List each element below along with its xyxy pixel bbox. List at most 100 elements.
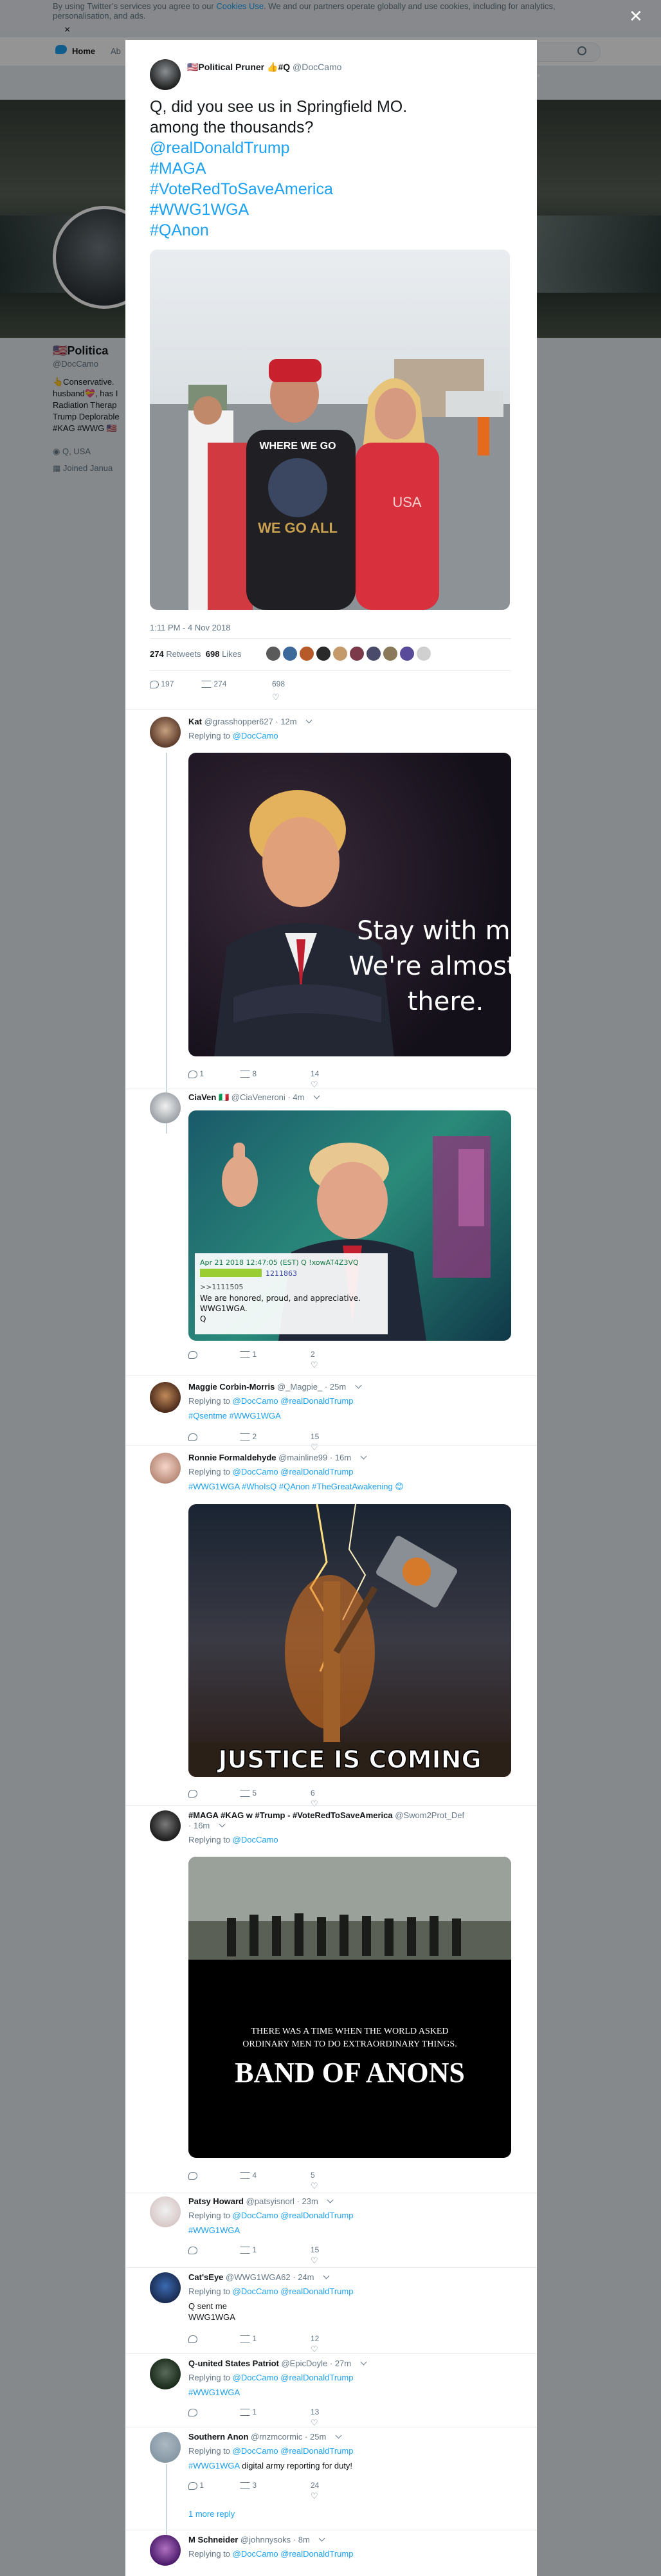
retweet-button[interactable]: 274 bbox=[201, 679, 226, 688]
mention-link[interactable]: @realDonaldTrump bbox=[280, 1467, 353, 1477]
reply-author-name[interactable]: Ronnie Formaldehyde bbox=[188, 1453, 276, 1462]
likes-label[interactable]: Likes bbox=[222, 649, 241, 659]
heart-icon[interactable]: ♡ bbox=[311, 2491, 318, 2500]
retweet-button[interactable]: 1 bbox=[240, 1350, 257, 1359]
reply-author-name[interactable]: M Schneider bbox=[188, 2535, 238, 2544]
reply-avatar[interactable] bbox=[150, 2432, 181, 2463]
reply-button[interactable]: 197 bbox=[150, 679, 174, 688]
like-button[interactable]: 15 bbox=[311, 1432, 319, 1441]
reply-author-handle[interactable]: @EpicDoyle bbox=[281, 2359, 327, 2368]
reply-author-handle[interactable]: @patsyisnorl bbox=[246, 2196, 294, 2206]
author-handle[interactable]: @DocCamo bbox=[293, 62, 341, 72]
retweet-button[interactable]: 4 bbox=[240, 2171, 257, 2180]
mention-link[interactable]: @DocCamo bbox=[233, 2286, 278, 2296]
liker-avatar[interactable] bbox=[282, 646, 298, 661]
mention-link[interactable]: @DocCamo bbox=[233, 1396, 278, 1406]
reply-item[interactable]: Q-united States Patriot @EpicDoyle · 27m… bbox=[125, 2359, 537, 2429]
like-heart-icon[interactable]: ♡ bbox=[272, 692, 280, 701]
liker-avatar[interactable] bbox=[299, 646, 314, 661]
reply-author-name[interactable]: Q-united States Patriot bbox=[188, 2359, 279, 2368]
reply-button[interactable] bbox=[188, 2407, 197, 2416]
like-button[interactable]: 15 bbox=[311, 2245, 319, 2254]
reply-author-name[interactable]: Maggie Corbin-Morris bbox=[188, 1382, 275, 1392]
like-button[interactable]: 24 bbox=[311, 2481, 319, 2490]
retweets-label[interactable]: Retweets bbox=[166, 649, 201, 659]
reply-author-name[interactable]: Patsy Howard bbox=[188, 2196, 244, 2206]
reply-avatar[interactable] bbox=[150, 2272, 181, 2303]
liker-avatar[interactable] bbox=[316, 646, 331, 661]
chevron-down-icon[interactable] bbox=[323, 2272, 330, 2279]
reply-hashtags[interactable]: #Qsentme #WWG1WGA bbox=[188, 1411, 281, 1421]
reply-time[interactable]: 23m bbox=[302, 2196, 318, 2206]
like-button[interactable]: 12 bbox=[311, 2334, 319, 2343]
reply-time[interactable]: 27m bbox=[335, 2359, 351, 2368]
reply-author-handle[interactable]: @mainline99 bbox=[278, 1453, 327, 1462]
reply-item[interactable]: Kat @grasshopper627 · 12m Replying to @D… bbox=[125, 717, 537, 1116]
close-modal-button[interactable]: ✕ bbox=[629, 8, 643, 24]
reply-time[interactable]: 12m bbox=[280, 717, 296, 726]
mention-link[interactable]: @DocCamo bbox=[233, 2211, 278, 2220]
mention-link[interactable]: @DocCamo bbox=[233, 1467, 278, 1477]
reply-hashtags[interactable]: #WWG1WGA #WhoIsQ #QAnon #TheGreatAwakeni… bbox=[188, 1482, 404, 1491]
retweet-button[interactable]: 5 bbox=[240, 1789, 257, 1798]
retweet-button[interactable]: 8 bbox=[240, 1069, 257, 1078]
show-more-replies-link[interactable]: 1 more reply bbox=[188, 2509, 235, 2519]
reply-button[interactable]: 1 bbox=[188, 2481, 204, 2490]
reply-author-name[interactable]: Southern Anon bbox=[188, 2432, 248, 2442]
chevron-down-icon[interactable] bbox=[327, 2196, 334, 2203]
chevron-down-icon[interactable] bbox=[335, 2432, 342, 2439]
tweet-hashtag-maga[interactable]: #MAGA bbox=[150, 158, 510, 179]
retweet-button[interactable]: 1 bbox=[240, 2245, 257, 2254]
reply-time[interactable]: 8m bbox=[298, 2535, 310, 2544]
reply-button[interactable] bbox=[188, 1789, 197, 1798]
reply-button[interactable] bbox=[188, 2245, 197, 2254]
like-button[interactable]: 13 bbox=[311, 2407, 319, 2416]
reply-avatar[interactable] bbox=[150, 2535, 181, 2566]
tweet-hashtag-qanon[interactable]: #QAnon bbox=[150, 220, 510, 241]
reply-author-handle[interactable]: @Swom2Prot_Def bbox=[395, 1810, 464, 1820]
mention-link[interactable]: @realDonaldTrump bbox=[280, 2446, 353, 2456]
retweet-button[interactable]: 2 bbox=[240, 1432, 257, 1441]
like-button[interactable]: 14 bbox=[311, 1069, 319, 1078]
mention-link[interactable]: @DocCamo bbox=[233, 2446, 278, 2456]
tweet-timestamp[interactable]: 1:11 PM - 4 Nov 2018 bbox=[150, 623, 231, 632]
reply-button[interactable] bbox=[188, 1432, 197, 1441]
reply-avatar[interactable] bbox=[150, 1092, 181, 1123]
likes-count[interactable]: 698 bbox=[206, 649, 220, 659]
author-avatar[interactable] bbox=[150, 59, 181, 90]
chevron-down-icon[interactable] bbox=[313, 1092, 320, 1099]
retweet-button[interactable]: 1 bbox=[240, 2407, 257, 2416]
liker-avatar[interactable] bbox=[416, 646, 431, 661]
liker-avatar[interactable] bbox=[399, 646, 415, 661]
reply-avatar[interactable] bbox=[150, 717, 181, 748]
liker-avatar[interactable] bbox=[366, 646, 381, 661]
tweet-hashtag-wwg1wga[interactable]: #WWG1WGA bbox=[150, 199, 510, 220]
reply-item[interactable]: Ronnie Formaldehyde @mainline99 · 16m Re… bbox=[125, 1453, 537, 1839]
reply-author-handle[interactable]: @_Magpie_ bbox=[277, 1382, 322, 1392]
reply-item[interactable]: Southern Anon @rnzmcormic · 25m Replying… bbox=[125, 2432, 537, 2528]
reply-button[interactable]: 1 bbox=[188, 1069, 204, 1078]
mention-link[interactable]: @realDonaldTrump bbox=[280, 2373, 353, 2382]
reply-time[interactable]: 16m bbox=[335, 1453, 351, 1462]
reply-image[interactable]: JUSTICE IS COMING bbox=[188, 1504, 511, 1777]
tweet-mention-trump[interactable]: @realDonaldTrump bbox=[150, 138, 510, 158]
heart-icon[interactable]: ♡ bbox=[311, 1080, 318, 1089]
chevron-down-icon[interactable] bbox=[305, 717, 312, 724]
reply-author-handle[interactable]: @rnzmcormic bbox=[251, 2432, 302, 2442]
mention-link[interactable]: @realDonaldTrump bbox=[280, 2211, 353, 2220]
reply-avatar[interactable] bbox=[150, 1382, 181, 1413]
reply-author-handle[interactable]: @johnnysoks bbox=[240, 2535, 291, 2544]
liker-avatar[interactable] bbox=[383, 646, 398, 661]
heart-icon[interactable]: ♡ bbox=[311, 2256, 318, 2265]
mention-link[interactable]: @DocCamo bbox=[233, 2373, 278, 2382]
reply-avatar[interactable] bbox=[150, 1810, 181, 1841]
reply-button[interactable] bbox=[188, 2334, 197, 2343]
reply-time[interactable]: 4m bbox=[293, 1092, 304, 1102]
reply-avatar[interactable] bbox=[150, 2359, 181, 2389]
chevron-down-icon[interactable] bbox=[355, 1382, 362, 1389]
reply-author-name[interactable]: CiaVen 🇮🇹 bbox=[188, 1092, 229, 1102]
reply-time[interactable]: 25m bbox=[310, 2432, 326, 2442]
mention-link[interactable]: @realDonaldTrump bbox=[280, 2286, 353, 2296]
reply-item[interactable]: Patsy Howard @patsyisnorl · 23m Replying… bbox=[125, 2196, 537, 2267]
heart-icon[interactable]: ♡ bbox=[311, 1360, 318, 1369]
